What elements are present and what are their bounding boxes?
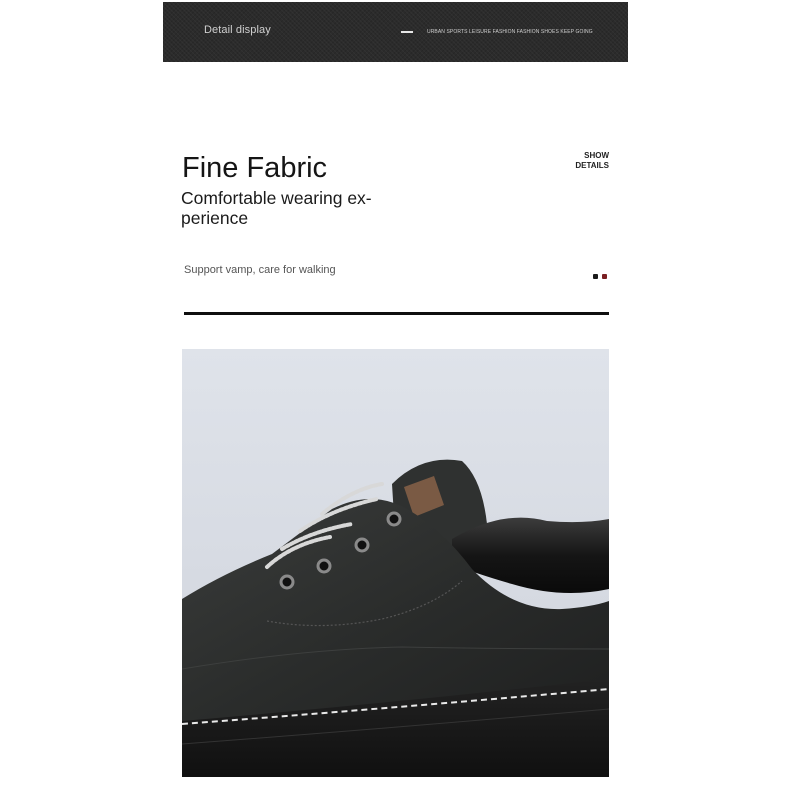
subheading: Comfortable wearing ex- perience [181, 188, 411, 228]
page-title: Fine Fabric [182, 152, 328, 184]
product-photo [182, 349, 609, 777]
section-divider [184, 312, 609, 315]
show-label: SHOW [584, 151, 609, 160]
swatch-black[interactable] [593, 274, 598, 279]
shoe-illustration [182, 459, 609, 777]
subheading-line-2: perience [181, 208, 249, 228]
feature-tagline: Support vamp, care for walking [184, 264, 336, 276]
banner-dash-icon [401, 31, 413, 33]
swatch-burgundy[interactable] [602, 274, 607, 279]
detail-display-banner: Detail display URBAN SPORTS LEISURE FASH… [163, 2, 628, 62]
banner-title: Detail display [204, 24, 271, 36]
show-details-label: SHOW DETAILS [560, 151, 609, 171]
details-label: DETAILS [575, 161, 609, 170]
banner-tagline: URBAN SPORTS LEISURE FASHION FASHION SHO… [427, 29, 593, 35]
subheading-line-1: Comfortable wearing ex- [181, 188, 372, 208]
